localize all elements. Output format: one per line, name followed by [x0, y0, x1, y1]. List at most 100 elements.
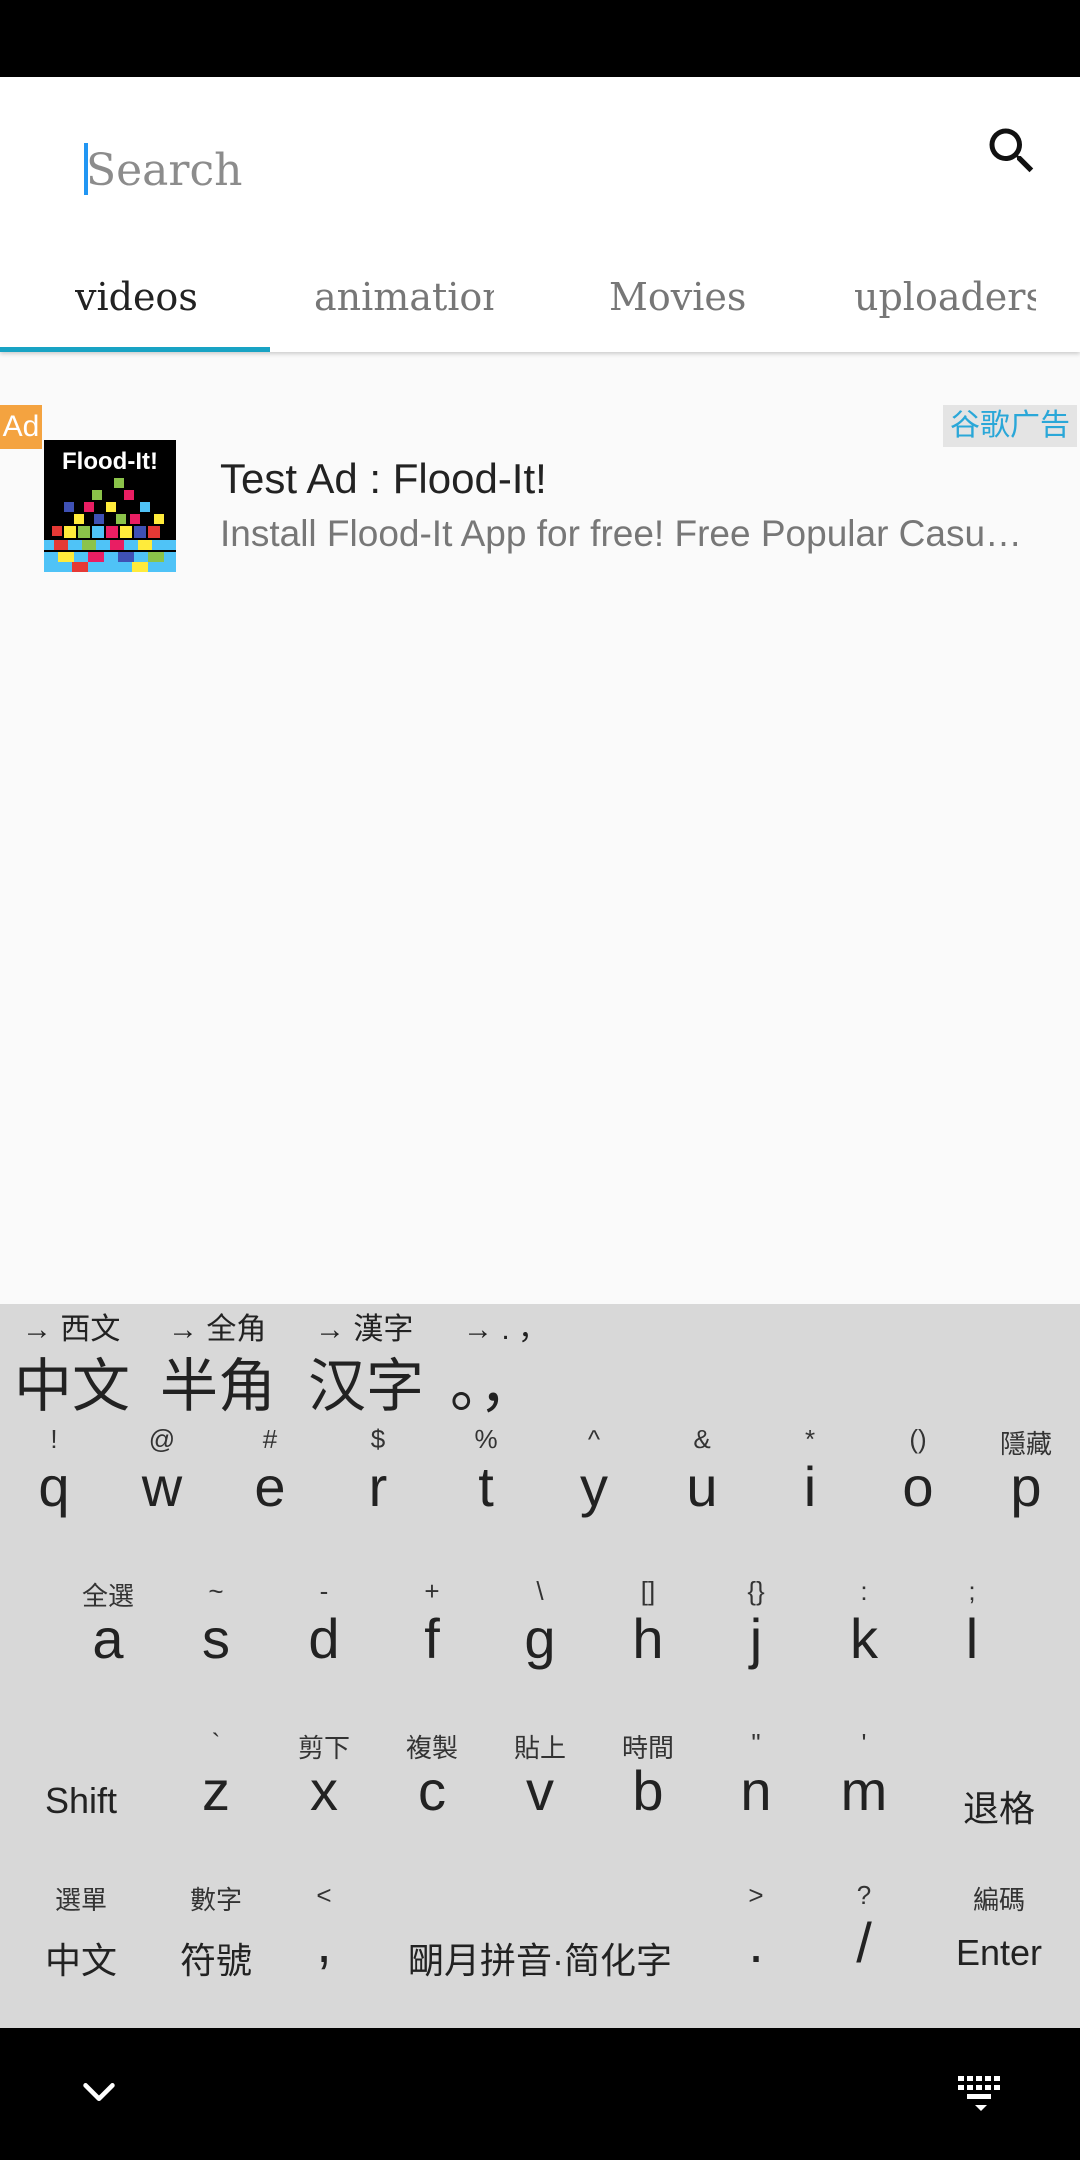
key-o[interactable]: () o: [864, 1404, 972, 1554]
key-label: m: [840, 1759, 888, 1822]
tab-animation[interactable]: animation: [314, 247, 494, 347]
key-label: s: [202, 1607, 230, 1670]
key-e[interactable]: # e: [216, 1404, 324, 1554]
search-bar: [0, 77, 1080, 247]
key-label: y: [580, 1455, 608, 1518]
text-cursor: [84, 143, 88, 195]
key-l[interactable]: ; l: [918, 1556, 1026, 1706]
key-label: v: [526, 1759, 554, 1822]
ad-description: Install Flood-It App for free! Free Popu…: [220, 513, 1032, 554]
key-label: l: [965, 1607, 979, 1670]
keyboard-icon[interactable]: [956, 2072, 1006, 2114]
key-label: d: [308, 1607, 340, 1670]
space-key[interactable]: 朙月拼音·简化字: [380, 1860, 700, 2010]
key-hint: >: [748, 1880, 764, 1910]
key-comma[interactable]: <,: [270, 1860, 378, 2010]
navigation-bar: [0, 2028, 1080, 2160]
key-label: f: [424, 1607, 440, 1670]
key-u[interactable]: & u: [648, 1404, 756, 1554]
key-hint: 編碼: [972, 1885, 1025, 1915]
key-hint: !: [50, 1424, 58, 1454]
key-label: Shift: [44, 1780, 118, 1821]
key-hint: &: [693, 1424, 711, 1454]
key-label: q: [38, 1455, 70, 1518]
key-i[interactable]: * i: [756, 1404, 864, 1554]
ad-badge: Ad: [0, 405, 42, 449]
language-key[interactable]: 選單 中文: [27, 1860, 135, 2010]
key-z[interactable]: ` z: [162, 1708, 270, 1858]
key-c[interactable]: 複製 c: [378, 1708, 486, 1858]
key-f[interactable]: + f: [378, 1556, 486, 1706]
key-hint: -: [319, 1576, 329, 1606]
key-label: w: [141, 1455, 183, 1518]
key-label: n: [740, 1759, 772, 1822]
key-label: 朙月拼音·简化字: [408, 1940, 672, 1981]
key-label: /: [856, 1911, 872, 1974]
key-t[interactable]: % t: [432, 1404, 540, 1554]
key-label: c: [418, 1759, 446, 1822]
ad-title[interactable]: Test Ad : Flood-It!: [220, 455, 547, 503]
key-hint: 選單: [54, 1885, 107, 1915]
key-label: .: [748, 1911, 764, 1974]
key-label: z: [202, 1759, 230, 1822]
key-label: t: [478, 1455, 494, 1518]
key-k[interactable]: :k: [810, 1556, 918, 1706]
key-hint: (): [909, 1424, 927, 1454]
key-label: b: [632, 1759, 664, 1822]
key-label: a: [92, 1607, 124, 1670]
key-s[interactable]: ~ s: [162, 1556, 270, 1706]
key-h[interactable]: [] h: [594, 1556, 702, 1706]
key-n[interactable]: " n: [702, 1708, 810, 1858]
key-hint: ;: [968, 1576, 976, 1606]
key-r[interactable]: $ r: [324, 1404, 432, 1554]
key-label: p: [1010, 1455, 1042, 1518]
key-hint: ': [861, 1728, 867, 1758]
shift-key[interactable]: Shift: [27, 1708, 135, 1858]
ad-provider-label[interactable]: 谷歌广告: [943, 405, 1077, 447]
key-p[interactable]: 隱藏 p: [972, 1404, 1080, 1554]
ad-banner[interactable]: Ad 谷歌广告 Flood-It! Test Ad: Flood-It! In…: [0, 405, 1080, 595]
tab-uploaders[interactable]: uploaders: [854, 247, 1036, 347]
key-hint: ?: [856, 1880, 872, 1910]
app-header: videos animation Movies uploaders: [0, 77, 1080, 352]
tab-movies[interactable]: Movies: [609, 247, 746, 347]
search-icon[interactable]: [982, 121, 1042, 181]
key-period[interactable]: >.: [702, 1860, 810, 2010]
key-slash[interactable]: ? /: [810, 1860, 918, 2010]
key-b[interactable]: 時間 b: [594, 1708, 702, 1858]
symbols-key[interactable]: 數字 符號: [162, 1860, 270, 2010]
enter-key[interactable]: 編碼 Enter: [945, 1860, 1053, 2010]
key-label: u: [686, 1455, 718, 1518]
tab-videos[interactable]: videos: [75, 247, 198, 347]
category-tabs: videos animation Movies uploaders: [0, 247, 1080, 352]
key-w[interactable]: @ w: [108, 1404, 216, 1554]
key-hint: ~: [208, 1576, 224, 1606]
key-hint: []: [640, 1576, 656, 1606]
key-hint: *: [804, 1424, 816, 1454]
key-label: 中文: [44, 1940, 117, 1981]
key-g[interactable]: \ g: [486, 1556, 594, 1706]
key-m[interactable]: ' m: [810, 1708, 918, 1858]
key-j[interactable]: {} j: [702, 1556, 810, 1706]
backspace-key[interactable]: 退格: [945, 1708, 1053, 1858]
chevron-down-icon[interactable]: [76, 2070, 122, 2116]
key-label: r: [368, 1455, 388, 1518]
key-label: 符號: [179, 1940, 252, 1981]
key-hint: \: [536, 1576, 544, 1606]
key-hint: :: [860, 1576, 868, 1606]
key-x[interactable]: 剪下 x: [270, 1708, 378, 1858]
ad-app-icon-title: Flood-It!: [62, 448, 158, 475]
key-d[interactable]: -d: [270, 1556, 378, 1706]
key-q[interactable]: ! q: [0, 1404, 108, 1554]
key-a[interactable]: 全選 a: [54, 1556, 162, 1706]
key-label: g: [524, 1607, 556, 1670]
key-hint: @: [148, 1424, 176, 1454]
key-v[interactable]: 貼上 v: [486, 1708, 594, 1858]
key-label: x: [310, 1759, 338, 1822]
key-label: j: [749, 1607, 763, 1670]
key-label: 退格: [962, 1788, 1035, 1829]
search-input[interactable]: [82, 135, 946, 205]
key-hint: 數字: [189, 1885, 242, 1915]
key-y[interactable]: ^ y: [540, 1404, 648, 1554]
soft-keyboard: → 西文 中文 → 全角 半角 → 漢字 汉字 → . ， 。， ! q @ w #…: [0, 1304, 1080, 2028]
